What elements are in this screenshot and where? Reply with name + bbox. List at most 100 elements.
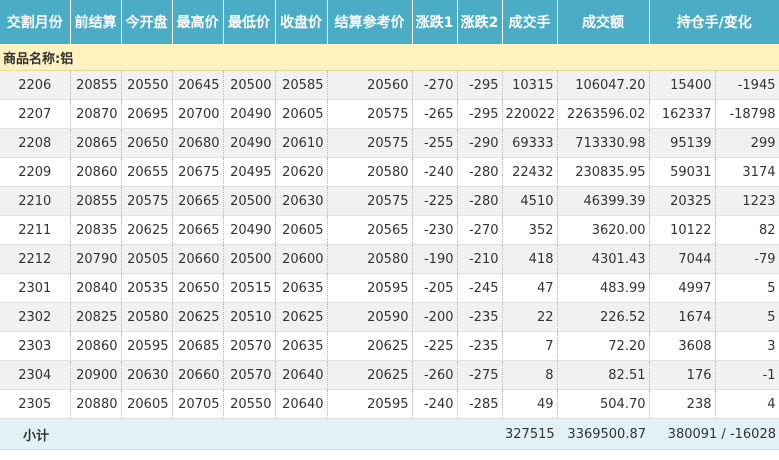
cell-open-interest: 95139: [649, 128, 716, 158]
cell-delivery-month: 2302: [0, 302, 71, 332]
cell-open-interest: 59031: [649, 157, 716, 187]
cell-change2: -280: [457, 157, 503, 187]
cell-oi-change: -18798: [715, 99, 779, 129]
cell-change1: -255: [412, 128, 458, 158]
header-delivery-month: 交割月份: [0, 0, 71, 44]
cell-change1: -240: [412, 389, 458, 419]
cell-open: 20605: [121, 389, 173, 419]
cell-settle-ref: 20560: [327, 70, 413, 100]
cell-delivery-month: 2207: [0, 99, 71, 129]
cell-low: 20500: [223, 244, 276, 274]
cell-volume: 4510: [502, 186, 558, 216]
cell-change2: -290: [457, 128, 503, 158]
subtotal-volume: 327515: [502, 418, 557, 450]
cell-turnover: 46399.39: [557, 186, 650, 216]
cell-high: 20660: [172, 244, 224, 274]
cell-change1: -230: [412, 215, 458, 245]
cell-change2: -245: [457, 273, 503, 303]
cell-delivery-month: 2209: [0, 157, 71, 187]
cell-volume: 22432: [502, 157, 558, 187]
cell-prev-settle: 20870: [70, 99, 122, 129]
cell-change1: -225: [412, 331, 458, 361]
cell-change2: -280: [457, 186, 503, 216]
cell-volume: 418: [502, 244, 558, 274]
cell-close: 20640: [275, 360, 328, 390]
header-row: 交割月份 前结算 今开盘 最高价 最低价 收盘价 结算参考价 涨跌1 涨跌2 成…: [0, 0, 779, 44]
cell-open: 20505: [121, 244, 173, 274]
cell-change1: -270: [412, 70, 458, 100]
cell-volume: 8: [502, 360, 558, 390]
category-row: 商品名称:铝: [0, 44, 779, 71]
header-volume: 成交手: [502, 0, 558, 44]
table-row: 2303 20860 20595 20685 20570 20635 20625 -225 -2…: [0, 331, 779, 361]
subtotal-row: 小计 327515 3369500.87 380091 / -16028: [0, 418, 779, 450]
table-row: 2302 20825 20580 20625 20510 20625 20590 -200 -2…: [0, 302, 779, 332]
cell-low: 20490: [223, 215, 276, 245]
cell-open: 20695: [121, 99, 173, 129]
cell-change1: -260: [412, 360, 458, 390]
cell-change1: -265: [412, 99, 458, 129]
cell-close: 20635: [275, 273, 328, 303]
cell-change1: -200: [412, 302, 458, 332]
cell-delivery-month: 2211: [0, 215, 71, 245]
cell-turnover: 4301.43: [557, 244, 650, 274]
table-row: 2212 20790 20505 20660 20500 20600 20580 -190 -2…: [0, 244, 779, 274]
cell-turnover: 713330.98: [557, 128, 650, 158]
cell-settle-ref: 20595: [327, 389, 413, 419]
cell-low: 20500: [223, 186, 276, 216]
cell-settle-ref: 20595: [327, 273, 413, 303]
cell-oi-change: -1945: [715, 70, 779, 100]
cell-low: 20570: [223, 331, 276, 361]
cell-close: 20605: [275, 99, 328, 129]
cell-open: 20655: [121, 157, 173, 187]
header-prev-settle: 前结算: [70, 0, 122, 44]
table-row: 2301 20840 20535 20650 20515 20635 20595 -205 -2…: [0, 273, 779, 303]
cell-low: 20490: [223, 99, 276, 129]
cell-high: 20685: [172, 331, 224, 361]
cell-prev-settle: 20860: [70, 331, 122, 361]
futures-quote-table: 交割月份 前结算 今开盘 最高价 最低价 收盘价 结算参考价 涨跌1 涨跌2 成…: [0, 0, 779, 450]
table-row: 2209 20860 20655 20675 20495 20620 20580 -240 -2…: [0, 157, 779, 187]
cell-turnover: 226.52: [557, 302, 650, 332]
cell-delivery-month: 2210: [0, 186, 71, 216]
cell-close: 20605: [275, 215, 328, 245]
cell-prev-settle: 20860: [70, 157, 122, 187]
cell-settle-ref: 20565: [327, 215, 413, 245]
cell-volume: 22: [502, 302, 558, 332]
cell-low: 20495: [223, 157, 276, 187]
cell-prev-settle: 20835: [70, 215, 122, 245]
cell-oi-change: 4: [715, 389, 779, 419]
cell-high: 20645: [172, 70, 224, 100]
table-row: 2210 20855 20575 20665 20500 20630 20575 -225 -2…: [0, 186, 779, 216]
cell-open-interest: 15400: [649, 70, 716, 100]
header-low: 最低价: [223, 0, 276, 44]
cell-delivery-month: 2305: [0, 389, 71, 419]
cell-turnover: 504.70: [557, 389, 650, 419]
table-row: 2304 20900 20630 20660 20570 20640 20625 -260 -2…: [0, 360, 779, 390]
cell-close: 20630: [275, 186, 328, 216]
header-open-interest: 持仓手/变化: [649, 0, 779, 44]
cell-open: 20550: [121, 70, 173, 100]
cell-high: 20660: [172, 360, 224, 390]
cell-high: 20705: [172, 389, 224, 419]
cell-oi-change: 5: [715, 273, 779, 303]
cell-settle-ref: 20575: [327, 99, 413, 129]
cell-prev-settle: 20880: [70, 389, 122, 419]
cell-prev-settle: 20865: [70, 128, 122, 158]
cell-open-interest: 176: [649, 360, 716, 390]
cell-open-interest: 3608: [649, 331, 716, 361]
cell-close: 20635: [275, 331, 328, 361]
cell-high: 20665: [172, 215, 224, 245]
cell-prev-settle: 20900: [70, 360, 122, 390]
cell-low: 20570: [223, 360, 276, 390]
cell-oi-change: 1223: [715, 186, 779, 216]
cell-change2: -270: [457, 215, 503, 245]
cell-change1: -240: [412, 157, 458, 187]
cell-open-interest: 7044: [649, 244, 716, 274]
header-high: 最高价: [172, 0, 224, 44]
cell-turnover: 2263596.02: [557, 99, 650, 129]
cell-change1: -205: [412, 273, 458, 303]
cell-high: 20665: [172, 186, 224, 216]
cell-turnover: 230835.95: [557, 157, 650, 187]
cell-close: 20585: [275, 70, 328, 100]
